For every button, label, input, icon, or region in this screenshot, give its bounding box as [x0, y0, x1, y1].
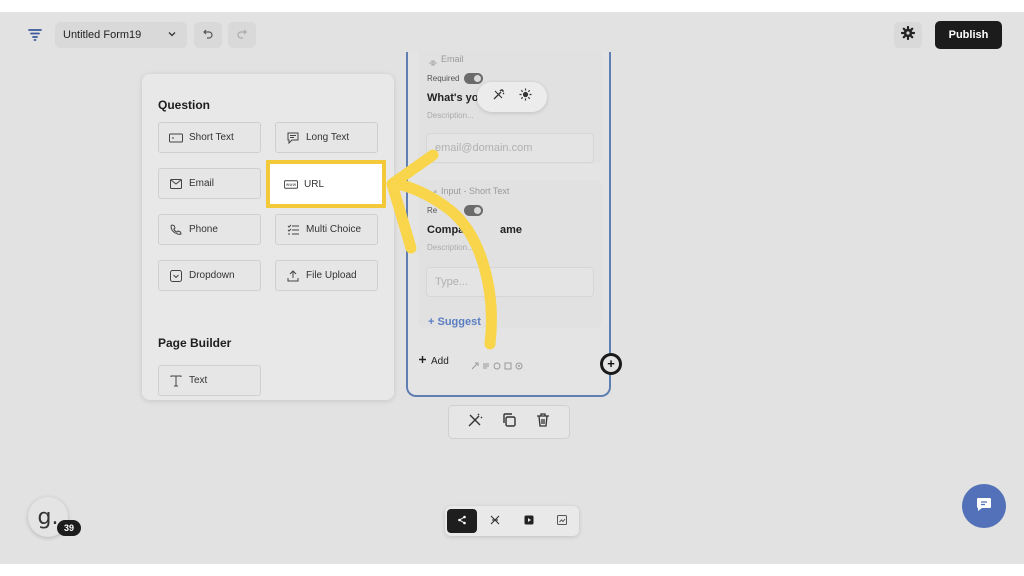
dropdown-icon [169, 269, 183, 283]
long-text-label: Long Text [306, 132, 350, 143]
chat-bubble-icon [975, 495, 993, 518]
sun-icon[interactable] [519, 88, 532, 106]
phone-icon [169, 223, 183, 237]
app-frame: Untitled Form19 Publish Question Short T… [0, 12, 1024, 564]
quick-long-text-icon[interactable] [482, 357, 490, 369]
email-icon [169, 177, 183, 191]
text-block-label: Text [189, 375, 208, 386]
add-row: Add [418, 349, 558, 373]
bottom-toolbar [445, 506, 579, 536]
company-question-block[interactable] [418, 180, 602, 328]
short-text-type-icon [428, 186, 438, 204]
notification-badge: 39 [57, 520, 81, 536]
wand-icon[interactable] [467, 412, 483, 433]
magic-wand-icon[interactable] [492, 88, 505, 106]
email-description[interactable]: Description... [427, 111, 474, 120]
url-label: URL [304, 178, 325, 190]
quick-target-icon[interactable] [515, 357, 523, 370]
share-view-button[interactable] [447, 509, 477, 533]
analytics-icon [557, 512, 568, 530]
page-builder-section-title: Page Builder [158, 336, 232, 350]
company-type-label: Input - Short Text [441, 186, 510, 196]
file-upload-button[interactable]: File Upload [275, 260, 378, 291]
form-name-select[interactable]: Untitled Form19 [55, 22, 187, 48]
chat-support-button[interactable] [962, 484, 1006, 528]
url-icon: www [284, 177, 298, 191]
url-button[interactable]: www URL [266, 160, 386, 208]
redo-icon [236, 26, 248, 44]
add-question-button[interactable]: Add [418, 355, 449, 367]
preview-view-button[interactable] [514, 509, 544, 533]
redo-button[interactable] [228, 22, 256, 48]
email-required-toggle[interactable] [464, 73, 483, 84]
email-type-label: Email [441, 54, 464, 64]
company-question-title[interactable]: Compa [427, 224, 464, 236]
company-required-toggle[interactable] [464, 205, 483, 216]
analytics-view-button[interactable] [548, 509, 578, 533]
app-logo-icon[interactable] [22, 22, 48, 48]
question-section-title: Question [158, 98, 211, 112]
settings-button[interactable] [894, 22, 922, 48]
short-text-icon [169, 131, 183, 145]
form-name: Untitled Form19 [63, 29, 142, 41]
phone-button[interactable]: Phone [158, 214, 261, 245]
dropdown-label: Dropdown [189, 270, 235, 281]
block-actions-toolbar [448, 405, 570, 439]
quick-choice-icon[interactable] [504, 357, 512, 370]
long-text-icon [286, 131, 300, 145]
gear-icon [900, 25, 916, 45]
multi-choice-label: Multi Choice [306, 224, 362, 235]
company-required-label: Re [427, 206, 438, 215]
publish-button[interactable]: Publish [935, 21, 1002, 49]
short-text-button[interactable]: Short Text [158, 122, 261, 153]
email-input-preview: email@domain.com [426, 133, 594, 163]
quick-email-icon[interactable] [493, 357, 501, 370]
text-block-button[interactable]: Text [158, 365, 261, 396]
add-label: Add [431, 355, 449, 367]
phone-label: Phone [189, 224, 218, 235]
quick-add-icons [471, 357, 523, 370]
email-type-icon [428, 54, 438, 72]
long-text-button[interactable]: Long Text [275, 122, 378, 153]
chevron-down-icon [167, 29, 177, 42]
floating-toolbar [477, 82, 547, 112]
plus-circle-icon: + [603, 356, 619, 372]
company-input-preview: Type... [426, 267, 594, 297]
undo-icon [202, 26, 214, 44]
svg-text:www: www [286, 182, 297, 187]
quick-short-text-icon[interactable] [471, 357, 479, 370]
multi-choice-button[interactable]: Multi Choice [275, 214, 378, 245]
company-description[interactable]: Description... [427, 243, 474, 252]
undo-button[interactable] [194, 22, 222, 48]
file-upload-icon [286, 269, 300, 283]
email-required-label: Required [427, 74, 460, 83]
duplicate-icon[interactable] [501, 412, 517, 433]
logic-icon [490, 512, 500, 530]
add-block-button[interactable]: + [600, 353, 622, 375]
multi-choice-icon [286, 223, 300, 237]
suggest-button[interactable]: + Suggest [428, 316, 481, 328]
plus-icon [418, 355, 427, 367]
file-upload-label: File Upload [306, 270, 357, 281]
email-button[interactable]: Email [158, 168, 261, 199]
dropdown-button[interactable]: Dropdown [158, 260, 261, 291]
email-label: Email [189, 178, 215, 189]
short-text-label: Short Text [189, 132, 234, 143]
question-panel: Question Short Text Long Text Email www … [142, 74, 394, 400]
play-icon [524, 512, 534, 530]
trash-icon[interactable] [535, 412, 551, 433]
share-icon [457, 512, 467, 530]
logic-view-button[interactable] [481, 509, 511, 533]
company-question-title-tail[interactable]: ame [500, 224, 522, 236]
text-icon [169, 374, 183, 388]
